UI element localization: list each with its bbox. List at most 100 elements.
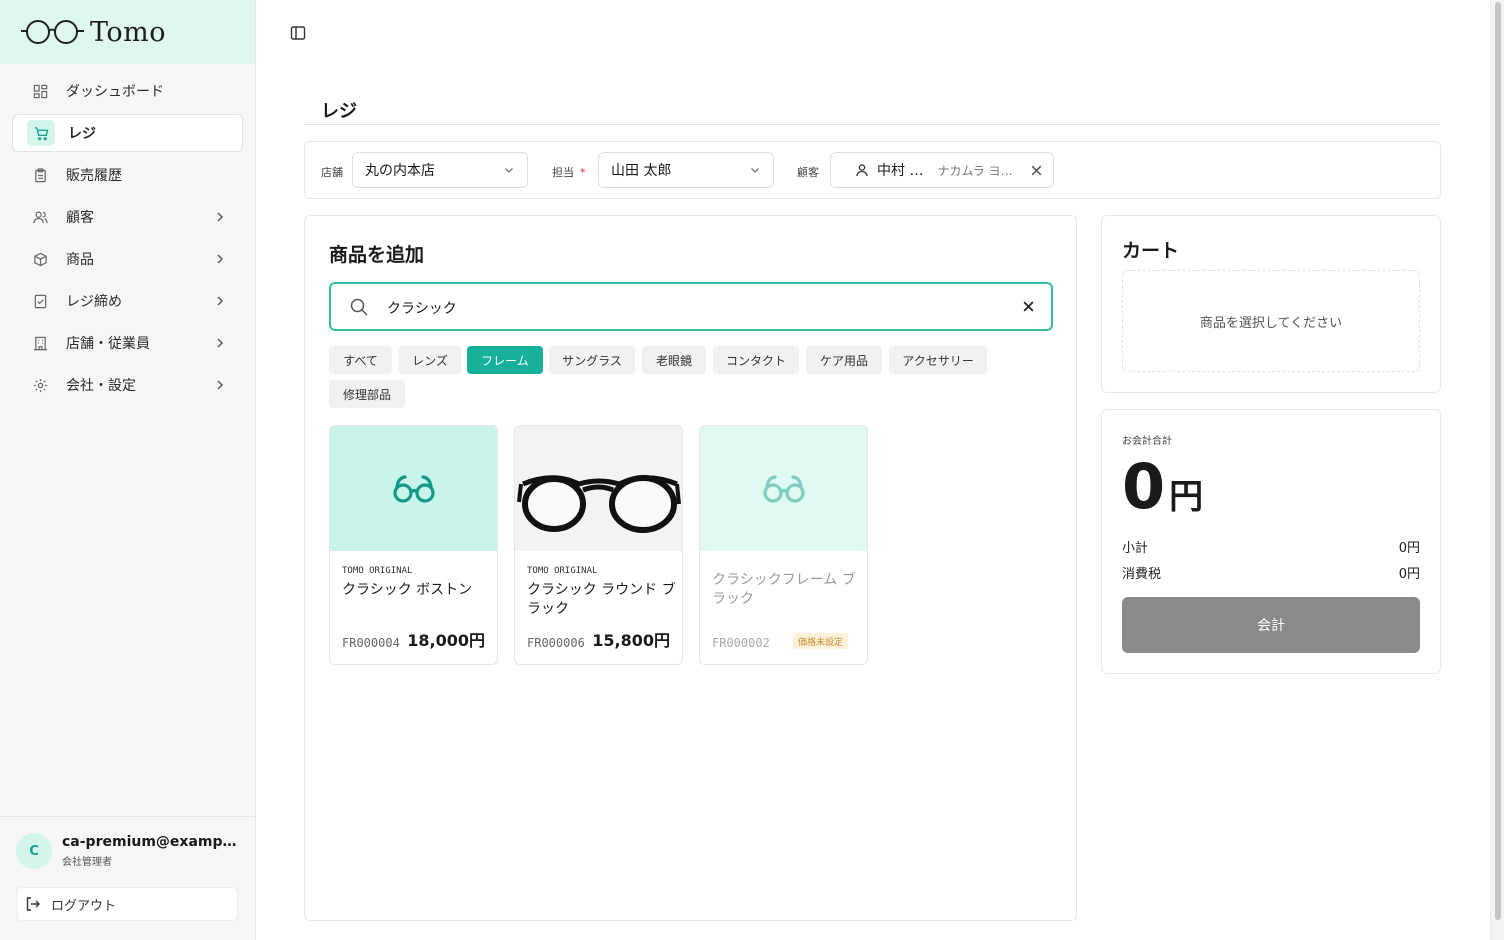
checklist-icon	[32, 293, 48, 309]
chevron-down-icon	[505, 168, 513, 173]
page-title: レジ	[321, 101, 357, 122]
store-select[interactable]: 丸の内本店	[352, 152, 528, 188]
sidebar-item-customers[interactable]: 顧客	[12, 198, 243, 236]
product-placeholder-image	[700, 426, 867, 551]
brand-logo[interactable]: Tomo	[0, 0, 255, 64]
cart-icon	[27, 120, 55, 146]
chevron-right-icon	[217, 212, 223, 222]
customer-name: 中村 …	[877, 163, 924, 179]
sidebar-toggle-icon[interactable]	[289, 24, 307, 42]
sidebar-item-stores-staff[interactable]: 店舗・従業員	[12, 324, 243, 362]
user-profile[interactable]: C ca-premium@example.com 会社管理者	[16, 833, 238, 869]
product-card[interactable]: クラシックフレーム ブラック FR000002 価格未設定	[699, 425, 868, 665]
category-chip[interactable]: 老眼鏡	[642, 346, 706, 374]
customer-chip[interactable]: 中村 … ナカムラ ヨ…	[830, 152, 1054, 188]
building-icon	[32, 335, 48, 351]
sidebar-item-company-settings[interactable]: 会社・設定	[12, 366, 243, 404]
category-chip[interactable]: レンズ	[399, 346, 461, 374]
avatar: C	[16, 833, 52, 869]
filter-bar: 店舗 丸の内本店 担当 * 山田 太郎 顧客 中村 … ナカムラ ヨ…	[304, 141, 1441, 199]
subtotal-label: 小計	[1122, 541, 1149, 556]
logout-button[interactable]: ログアウト	[16, 887, 238, 921]
sidebar-nav: ダッシュボード レジ 販売履歴 顧客 商品 レジ締め 店舗・従業員 会社・設定	[0, 64, 255, 416]
divider	[304, 124, 1441, 125]
sidebar-item-register[interactable]: レジ	[12, 114, 243, 152]
sidebar-item-register-close[interactable]: レジ締め	[12, 282, 243, 320]
subtotal-value: 0円	[1398, 541, 1420, 556]
store-value: 丸の内本店	[365, 163, 435, 179]
category-chip-active[interactable]: フレーム	[467, 346, 543, 374]
user-icon	[856, 164, 868, 177]
logout-label: ログアウト	[51, 898, 117, 914]
cart-panel: カート 商品を選択してください	[1101, 215, 1441, 393]
sidebar-item-dashboard[interactable]: ダッシュボード	[12, 72, 243, 110]
product-brand: TOMO ORIGINAL	[527, 566, 598, 576]
category-chip[interactable]: すべて	[329, 346, 392, 374]
sidebar-item-label: 会社・設定	[66, 378, 136, 394]
clipboard-icon	[32, 167, 48, 183]
user-role: 会社管理者	[62, 857, 112, 868]
product-placeholder-image	[330, 426, 497, 551]
product-search-input[interactable]: クラシック	[329, 282, 1053, 331]
sidebar-item-label: 顧客	[66, 210, 94, 226]
currency-unit: 円	[1169, 477, 1204, 517]
customer-kana: ナカムラ ヨ…	[937, 163, 1013, 178]
sidebar-item-label: レジ締め	[66, 294, 122, 310]
total-label: お会計合計	[1122, 436, 1172, 447]
category-chip[interactable]: サングラス	[549, 346, 635, 374]
glasses-icon	[762, 474, 805, 503]
sidebar-item-label: ダッシュボード	[66, 84, 164, 100]
eyeglasses-photo-icon	[516, 474, 681, 533]
search-value: クラシック	[387, 301, 457, 317]
product-brand: TOMO ORIGINAL	[342, 566, 413, 576]
sidebar: Tomo ダッシュボード レジ 販売履歴 顧客 商品 レジ締め 店舗・従業員 会…	[0, 0, 256, 940]
search-icon	[350, 298, 368, 316]
chevron-right-icon	[217, 254, 223, 264]
glasses-icon	[392, 474, 435, 503]
package-icon	[32, 251, 48, 267]
product-card[interactable]: TOMO ORIGINAL クラシック ボストン FR000004 18,000…	[329, 425, 498, 665]
tax-row: 消費税 0円	[1122, 563, 1420, 582]
user-panel: C ca-premium@example.com 会社管理者 ログアウト	[0, 816, 255, 940]
tax-label: 消費税	[1122, 567, 1162, 582]
chevron-down-icon	[751, 168, 759, 173]
sidebar-item-sales-history[interactable]: 販売履歴	[12, 156, 243, 194]
staff-label: 担当 *	[552, 166, 586, 179]
category-chip[interactable]: 修理部品	[329, 380, 405, 408]
add-product-panel: 商品を追加 クラシック すべて レンズ フレーム サングラス 老眼鏡 コンタクト…	[304, 215, 1077, 921]
product-sku: FR000006	[527, 636, 585, 650]
users-icon	[32, 209, 48, 225]
sidebar-item-products[interactable]: 商品	[12, 240, 243, 278]
gear-icon	[32, 377, 48, 393]
glasses-logo-icon	[21, 20, 84, 44]
staff-select[interactable]: 山田 太郎	[598, 152, 774, 188]
checkout-summary: お会計合計 0 円 小計 0円 消費税 0円 会計	[1101, 409, 1441, 674]
chevron-right-icon	[217, 296, 223, 306]
scrollbar-thumb[interactable]	[1495, 2, 1501, 920]
sidebar-item-label: 商品	[66, 252, 94, 268]
chevron-right-icon	[217, 380, 223, 390]
close-icon[interactable]	[1022, 300, 1035, 313]
price-unset-badge: 価格未設定	[793, 633, 849, 649]
product-price: 15,800円	[592, 631, 670, 650]
scrollbar[interactable]	[1490, 0, 1504, 940]
customer-label: 顧客	[797, 166, 819, 179]
store-label: 店舗	[321, 166, 343, 179]
brand-name: Tomo	[90, 16, 167, 48]
product-name: クラシックフレーム ブラック	[712, 572, 856, 607]
cart-title: カート	[1122, 240, 1180, 262]
category-chip[interactable]: アクセサリー	[889, 346, 987, 374]
category-chip[interactable]: ケア用品	[806, 346, 882, 374]
product-card[interactable]: TOMO ORIGINAL クラシック ラウンド ブラック FR000006 1…	[514, 425, 683, 665]
total-value: 0	[1122, 450, 1166, 523]
product-photo	[515, 426, 682, 551]
product-name: クラシック ラウンド ブラック	[527, 582, 676, 617]
checkout-button[interactable]: 会計	[1122, 597, 1420, 653]
close-icon[interactable]	[1030, 164, 1043, 177]
product-sku: FR000002	[712, 636, 770, 650]
tax-value: 0円	[1398, 567, 1420, 582]
sidebar-item-label: レジ	[68, 126, 96, 142]
sidebar-item-label: 販売履歴	[66, 168, 122, 184]
product-price: 18,000円	[407, 631, 485, 650]
category-chip[interactable]: コンタクト	[713, 346, 799, 374]
